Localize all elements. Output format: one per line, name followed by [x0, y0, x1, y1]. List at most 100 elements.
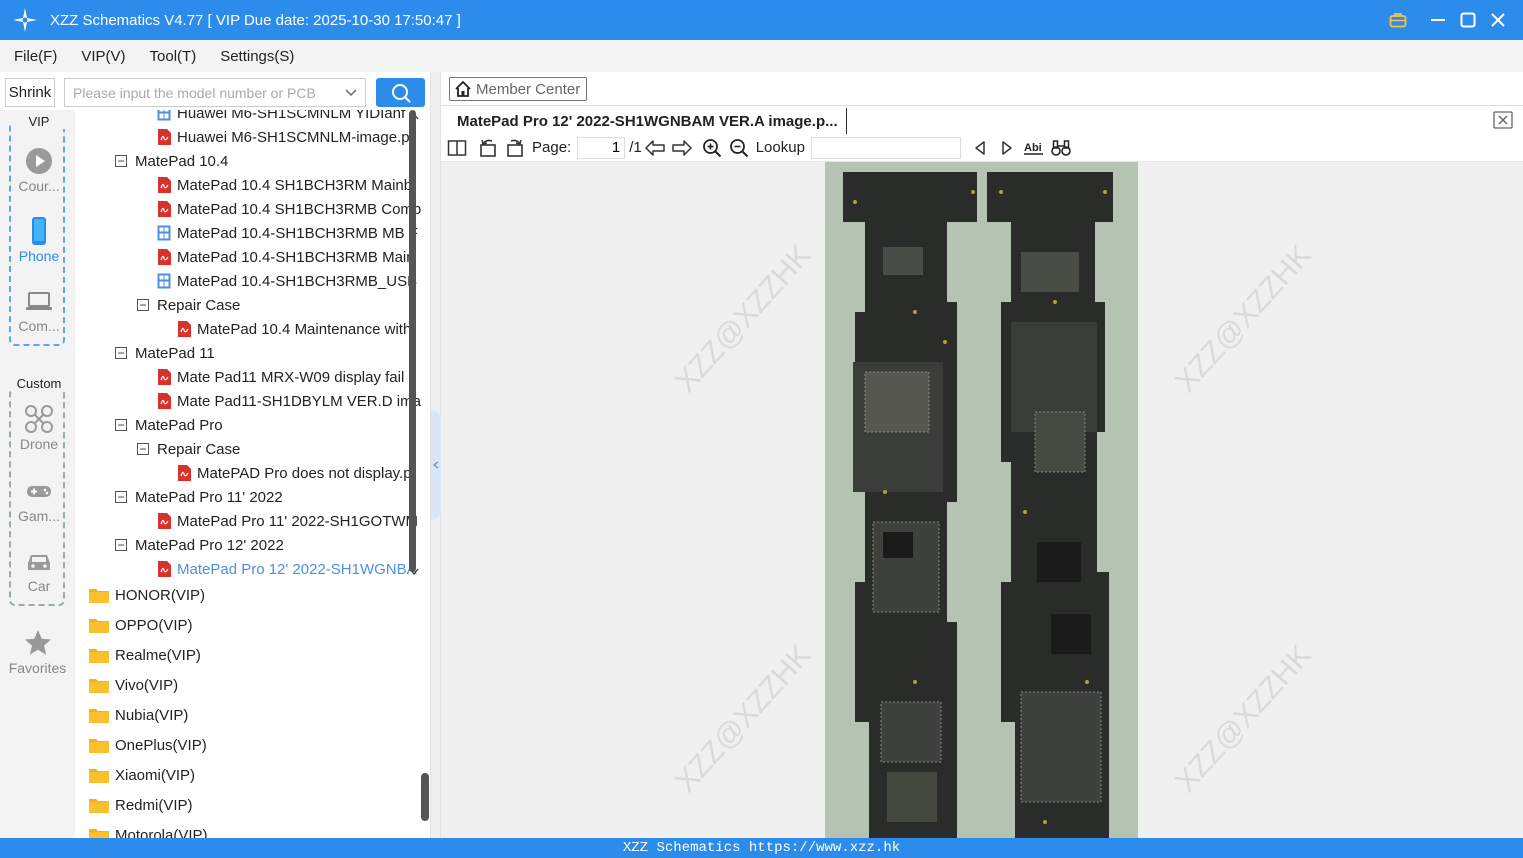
tree-item-label: MatePad Pro 11' 2022-SH1GOTWM — [177, 512, 419, 530]
zoom-in-button[interactable] — [701, 137, 723, 159]
tree-file[interactable]: MatePad 10.4-SH1BCH3RMB_USB — [157, 269, 417, 293]
folder-icon — [89, 589, 109, 603]
tree-file[interactable]: Huawei M6-SH1SCMNLM YIDIanf — [157, 110, 405, 125]
member-center-button[interactable]: Member Center — [449, 77, 588, 101]
tree-file[interactable]: MatePad Pro 12' 2022-SH1WGNBA — [157, 557, 417, 580]
previous-page-button[interactable] — [644, 137, 666, 159]
tree-item-label: MatePad 10.4-SH1BCH3RMB MB F — [177, 224, 418, 242]
brand-folder[interactable]: Nubia(VIP) — [89, 703, 188, 727]
match-case-icon: Abi — [1023, 142, 1043, 155]
phone-icon — [32, 217, 46, 245]
tree-group[interactable]: − MatePad Pro 12' 2022 — [115, 533, 284, 557]
pcb-board-image — [825, 162, 1138, 838]
tree-item-label: MatePad Pro — [135, 416, 223, 434]
brand-folder[interactable]: Motorola(VIP) — [89, 823, 208, 838]
maximize-icon[interactable] — [1456, 8, 1480, 32]
pdf-file-icon — [158, 201, 171, 217]
rotate-right-button[interactable] — [504, 137, 526, 159]
brand-folder[interactable]: Xiaomi(VIP) — [89, 763, 195, 787]
tree-file[interactable]: MatePad 10.4-SH1BCH3RMB MB F — [157, 221, 418, 245]
collapse-icon[interactable]: − — [115, 491, 127, 503]
laptop-icon — [26, 292, 52, 310]
close-tab-icon[interactable] — [1493, 111, 1513, 129]
brand-folder[interactable]: OnePlus(VIP) — [89, 733, 207, 757]
brand-folder[interactable]: Redmi(VIP) — [89, 793, 193, 817]
next-page-button[interactable] — [671, 137, 693, 159]
rail-item-computer[interactable]: Com... — [11, 286, 67, 334]
pdf-file-icon — [178, 321, 191, 337]
tree-scroll-thumb[interactable] — [421, 773, 429, 821]
zoom-out-button[interactable] — [728, 137, 750, 159]
menu-settings[interactable]: Settings(S) — [216, 46, 298, 67]
tree-file[interactable]: MatePad Pro 11' 2022-SH1GOTWM — [157, 509, 418, 533]
tree-file[interactable]: Mate Pad11 MRX-W09 display fail — [157, 365, 404, 389]
tree-group[interactable]: − Repair Case — [137, 437, 240, 461]
rotate-left-icon — [480, 139, 496, 157]
tree-file[interactable]: MatePad 10.4 SH1BCH3RM Mainb — [157, 173, 412, 197]
tree-group[interactable]: − MatePad 11 — [115, 341, 215, 365]
tree-file[interactable]: MatePad 10.4 SH1BCH3RMB Comp — [157, 197, 421, 221]
tree-file[interactable]: MatePad 10.4-SH1BCH3RMB Main — [157, 245, 415, 269]
brand-folder[interactable]: OPPO(VIP) — [89, 613, 193, 637]
find-all-button[interactable] — [1050, 137, 1072, 159]
folder-icon — [89, 619, 109, 633]
lookup-input[interactable] — [810, 136, 961, 159]
match-case-button[interactable]: Abi — [1023, 137, 1045, 159]
collapse-handle[interactable] — [431, 410, 441, 520]
collapse-icon[interactable]: − — [137, 443, 149, 455]
panel-splitter[interactable] — [430, 72, 441, 838]
close-icon[interactable] — [1486, 8, 1510, 32]
document-canvas[interactable]: XZZ@XZZHK XZZ@XZZHK XZZ@XZZHK XZZ@XZZHK — [441, 162, 1523, 838]
tree-file[interactable]: MatePad 10.4 Maintenance with — [177, 317, 411, 341]
briefcase-icon[interactable] — [1386, 8, 1410, 32]
document-viewer-area: Member Center MatePad Pro 12' 2022-SH1WG… — [441, 72, 1523, 838]
title-bar: XZZ Schematics V4.77 [ VIP Due date: 202… — [0, 0, 1523, 40]
tree-file[interactable]: Mate Pad11-SH1DBYLM VER.D ima — [157, 389, 421, 413]
collapse-icon[interactable]: − — [115, 419, 127, 431]
car-icon — [28, 555, 50, 570]
tree-group[interactable]: − MatePad 10.4 — [115, 149, 228, 173]
tree-item-label: Mate Pad11-SH1DBYLM VER.D ima — [177, 392, 421, 410]
tree-item-label: MatePad Pro 11' 2022 — [135, 488, 283, 506]
rail-item-car[interactable]: Car — [11, 546, 67, 594]
sidebar-toggle-button[interactable] — [446, 137, 468, 159]
page-input[interactable] — [577, 136, 626, 159]
shrink-button[interactable]: Shrink — [5, 78, 55, 107]
rail-item-favorites[interactable]: Favorites — [0, 628, 75, 676]
search-button[interactable] — [376, 78, 425, 107]
document-tab[interactable]: MatePad Pro 12' 2022-SH1WGNBAM VER.A ima… — [449, 108, 847, 134]
collapse-icon[interactable]: − — [115, 155, 127, 167]
brand-folder[interactable]: Vivo(VIP) — [89, 673, 178, 697]
pdf-file-icon — [158, 177, 171, 193]
collapse-icon[interactable]: − — [115, 347, 127, 359]
brand-folder[interactable]: Realme(VIP) — [89, 643, 201, 667]
rotate-left-button[interactable] — [477, 137, 499, 159]
collapse-icon[interactable]: − — [137, 299, 149, 311]
tree-group[interactable]: − MatePad Pro — [115, 413, 223, 437]
tree-file[interactable]: MatePAD Pro does not display.p — [177, 461, 412, 485]
tree-inner-scroll-thumb[interactable] — [409, 110, 416, 572]
tree-group[interactable]: − Repair Case — [137, 293, 240, 317]
arrow-left-icon — [644, 139, 665, 156]
menu-file[interactable]: File(F) — [10, 46, 61, 67]
rail-item-phone[interactable]: Phone — [11, 216, 67, 264]
brand-folder[interactable]: HONOR(VIP) — [89, 583, 205, 607]
home-icon — [455, 80, 471, 97]
rail-item-game[interactable]: Gam... — [11, 476, 67, 524]
find-next-button[interactable] — [996, 137, 1018, 159]
chevron-down-icon[interactable] — [341, 83, 361, 103]
tree-item-label: Huawei M6-SH1SCMNLM-image.p — [177, 128, 410, 146]
rail-item-drone[interactable]: Drone — [11, 404, 67, 452]
rail-item-label: Gam... — [17, 508, 60, 524]
tree-file[interactable]: Huawei M6-SH1SCMNLM-image.p — [157, 125, 410, 149]
search-input[interactable] — [73, 84, 335, 101]
folder-label: OPPO(VIP) — [115, 616, 193, 634]
rail-item-course[interactable]: Cour... — [11, 146, 67, 194]
menu-vip[interactable]: VIP(V) — [77, 46, 129, 67]
find-previous-button[interactable] — [969, 137, 991, 159]
vip-group: VIP Cour... Phone Com... — [9, 114, 67, 346]
minimize-icon[interactable] — [1426, 8, 1450, 32]
collapse-icon[interactable]: − — [115, 539, 127, 551]
menu-tool[interactable]: Tool(T) — [146, 46, 201, 67]
tree-group[interactable]: − MatePad Pro 11' 2022 — [115, 485, 283, 509]
